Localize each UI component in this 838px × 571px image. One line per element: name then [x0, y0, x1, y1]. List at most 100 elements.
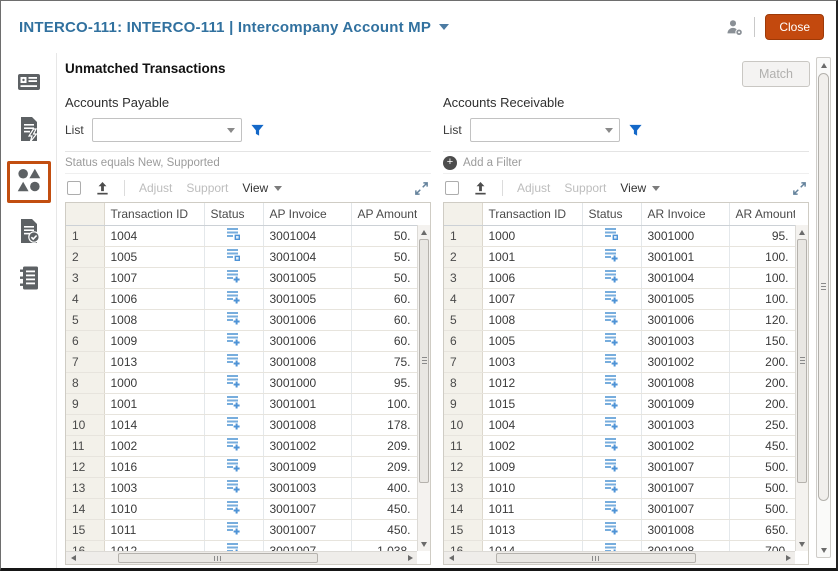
- ap-col-transaction-id[interactable]: Transaction ID: [104, 203, 204, 225]
- ar-adjust-button[interactable]: Adjust: [517, 181, 550, 195]
- table-row[interactable]: 1110023001002450.: [444, 435, 795, 456]
- scroll-down-icon[interactable]: [418, 538, 430, 550]
- plus-circle-icon[interactable]: +: [443, 156, 457, 170]
- ap-export-icon[interactable]: [95, 181, 110, 196]
- status-new-icon[interactable]: [604, 290, 619, 307]
- status-new-icon[interactable]: [604, 332, 619, 349]
- status-new-icon[interactable]: [226, 437, 241, 454]
- match-button[interactable]: Match: [742, 61, 810, 87]
- status-new-icon[interactable]: [226, 542, 241, 551]
- table-row[interactable]: 51008300100660.: [66, 309, 417, 330]
- ap-support-button[interactable]: Support: [186, 181, 228, 195]
- status-new-icon[interactable]: [226, 353, 241, 370]
- scroll-left-icon[interactable]: [67, 552, 79, 564]
- ar-expand-icon[interactable]: [792, 181, 807, 196]
- ap-view-menu[interactable]: View: [242, 181, 282, 195]
- table-row[interactable]: 11004300100450.: [66, 225, 417, 246]
- status-new-icon[interactable]: [604, 353, 619, 370]
- close-button[interactable]: Close: [765, 14, 824, 40]
- ap-vscroll-thumb[interactable]: [419, 239, 429, 483]
- status-new-icon[interactable]: [604, 479, 619, 496]
- ar-hscroll-thumb[interactable]: [496, 553, 696, 563]
- ar-view-menu[interactable]: View: [620, 181, 660, 195]
- status-new-icon[interactable]: [226, 311, 241, 328]
- table-row[interactable]: 1310033001003400.: [66, 477, 417, 498]
- table-row[interactable]: 510083001006120.: [444, 309, 795, 330]
- ar-add-filter-row[interactable]: + Add a Filter: [443, 152, 809, 174]
- scroll-up-icon[interactable]: [418, 226, 430, 238]
- ap-expand-icon[interactable]: [414, 181, 429, 196]
- status-new-icon[interactable]: [226, 500, 241, 517]
- table-row[interactable]: 810123001008200.: [444, 372, 795, 393]
- ar-filter-icon[interactable]: [628, 123, 643, 138]
- status-new-icon[interactable]: [226, 290, 241, 307]
- table-row[interactable]: 1210163001009209.: [66, 456, 417, 477]
- status-new-icon[interactable]: [604, 311, 619, 328]
- table-row[interactable]: 610053001003150.: [444, 330, 795, 351]
- sidebar-item-auto-match[interactable]: [11, 114, 47, 148]
- ap-filter-icon[interactable]: [250, 123, 265, 138]
- table-row[interactable]: 410073001005100.: [444, 288, 795, 309]
- status-new-icon[interactable]: [226, 416, 241, 433]
- table-row[interactable]: 1510133001008650.: [444, 519, 795, 540]
- ap-list-select[interactable]: [92, 118, 242, 142]
- table-row[interactable]: 1610143001008700.: [444, 540, 795, 551]
- ar-support-button[interactable]: Support: [564, 181, 606, 195]
- title-dropdown-caret-icon[interactable]: [439, 24, 449, 30]
- table-row[interactable]: 210013001001100.: [444, 246, 795, 267]
- ar-col-invoice[interactable]: AR Invoice: [641, 203, 729, 225]
- status-new-icon[interactable]: [604, 542, 619, 551]
- ap-col-invoice[interactable]: AP Invoice: [263, 203, 351, 225]
- table-row[interactable]: 61009300100660.: [66, 330, 417, 351]
- table-row[interactable]: 310063001004100.: [444, 267, 795, 288]
- table-row[interactable]: 1410103001007450.: [66, 498, 417, 519]
- table-row[interactable]: 11000300100095.: [444, 225, 795, 246]
- table-row[interactable]: 1410113001007500.: [444, 498, 795, 519]
- table-row[interactable]: 16101230010071,038.: [66, 540, 417, 551]
- ar-col-status[interactable]: Status: [582, 203, 641, 225]
- ar-vertical-scrollbar[interactable]: [795, 225, 808, 551]
- status-new-icon[interactable]: [226, 269, 241, 286]
- sidebar-item-adjustments[interactable]: [11, 263, 47, 297]
- scroll-right-icon[interactable]: [782, 552, 794, 564]
- table-row[interactable]: 71013300100875.: [66, 351, 417, 372]
- status-new-icon[interactable]: [604, 416, 619, 433]
- ap-hscroll-thumb[interactable]: [118, 553, 318, 563]
- table-row[interactable]: 910153001009200.: [444, 393, 795, 414]
- ar-export-icon[interactable]: [473, 181, 488, 196]
- table-row[interactable]: 1310103001007500.: [444, 477, 795, 498]
- ar-col-amount[interactable]: AR Amount: [729, 203, 795, 225]
- scroll-down-icon[interactable]: [796, 538, 808, 550]
- ap-vertical-scrollbar[interactable]: [417, 225, 430, 551]
- status-new-icon[interactable]: [226, 521, 241, 538]
- status-supported-icon[interactable]: [226, 248, 241, 265]
- ap-select-all-checkbox[interactable]: [67, 181, 81, 195]
- ap-col-status[interactable]: Status: [204, 203, 263, 225]
- status-new-icon[interactable]: [226, 395, 241, 412]
- table-row[interactable]: 41006300100560.: [66, 288, 417, 309]
- status-new-icon[interactable]: [604, 374, 619, 391]
- scroll-down-icon[interactable]: [817, 544, 830, 556]
- ap-adjust-button[interactable]: Adjust: [139, 181, 172, 195]
- status-new-icon[interactable]: [226, 332, 241, 349]
- status-new-icon[interactable]: [604, 500, 619, 517]
- status-new-icon[interactable]: [604, 395, 619, 412]
- scroll-up-icon[interactable]: [796, 226, 808, 238]
- sidebar-item-overview[interactable]: [11, 67, 47, 101]
- status-new-icon[interactable]: [604, 437, 619, 454]
- status-new-icon[interactable]: [604, 521, 619, 538]
- ap-horizontal-scrollbar[interactable]: [66, 551, 417, 564]
- user-actions-icon[interactable]: [725, 18, 744, 37]
- ap-col-amount[interactable]: AP Amount: [351, 203, 417, 225]
- sidebar-item-matched-transactions[interactable]: [11, 216, 47, 250]
- sidebar-item-unmatched-transactions[interactable]: [7, 161, 51, 203]
- table-row[interactable]: 81000300100095.: [66, 372, 417, 393]
- page-vertical-scrollbar[interactable]: [816, 57, 831, 558]
- table-row[interactable]: 21005300100450.: [66, 246, 417, 267]
- status-supported-icon[interactable]: [226, 227, 241, 244]
- ar-select-all-checkbox[interactable]: [445, 181, 459, 195]
- table-row[interactable]: 31007300100550.: [66, 267, 417, 288]
- ar-col-transaction-id[interactable]: Transaction ID: [482, 203, 582, 225]
- scroll-up-icon[interactable]: [817, 59, 830, 71]
- table-row[interactable]: 1010043001003250.: [444, 414, 795, 435]
